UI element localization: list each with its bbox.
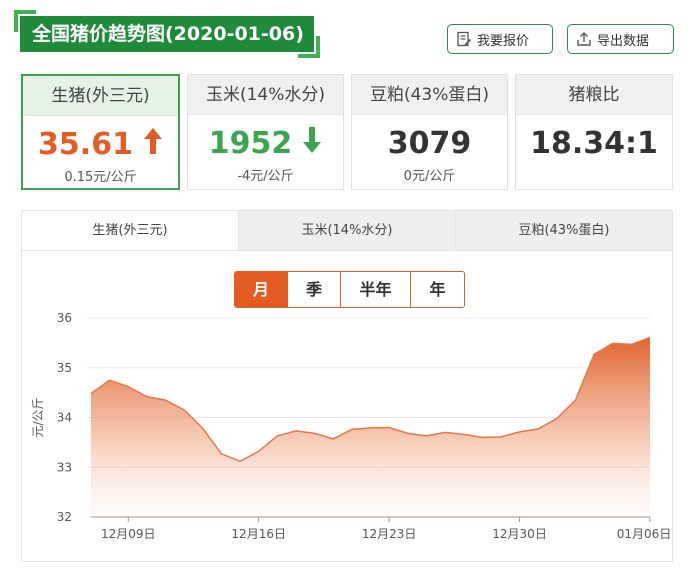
title-bar: 全国猪价趋势图(2020-01-06) xyxy=(14,10,320,58)
card-value-row: 35.61 xyxy=(23,128,178,162)
y-tick-label: 36 xyxy=(57,311,72,325)
card-label: 玉米(14%水分) xyxy=(188,75,343,115)
card-label: 豆粕(43%蛋白) xyxy=(352,75,507,115)
arrow-down-icon xyxy=(302,126,322,162)
x-tick-label: 12月09日 xyxy=(101,527,156,541)
period-selector: 月 季 半年 年 xyxy=(234,271,465,308)
report-price-label: 我要报价 xyxy=(477,33,530,49)
y-tick-label: 34 xyxy=(57,411,72,425)
card-value: 1952 xyxy=(208,126,293,161)
card-value-row: 1952 xyxy=(188,127,343,161)
card-change: 0.15元/公斤 xyxy=(64,170,137,185)
period-quarter-button[interactable]: 季 xyxy=(288,272,341,307)
price-chart: 32 33 34 35 36 元/公斤 12月09日 12月16日 12月23日 12月30日 01… xyxy=(31,311,672,541)
chart-panel: 生猪(外三元) 玉米(14%水分) 豆粕(43%蛋白) 32 33 34 35 36 元/… xyxy=(21,210,673,562)
card-change: 0元/公斤 xyxy=(403,169,456,184)
x-tick-label: 12月30日 xyxy=(492,527,547,541)
card-corn[interactable]: 玉米(14%水分) 1952 -4元/公斤 xyxy=(187,74,344,190)
card-value-row: 3079 xyxy=(352,127,507,161)
card-label: 生猪(外三元) xyxy=(23,76,178,116)
x-tick-label: 01月06日 xyxy=(617,527,672,541)
card-soybean-meal[interactable]: 豆粕(43%蛋白) 3079 0元/公斤 xyxy=(351,74,508,190)
card-value: 3079 xyxy=(387,126,472,161)
document-edit-icon xyxy=(456,31,472,47)
card-hog-grain-ratio[interactable]: 猪粮比 18.34:1 xyxy=(515,74,673,190)
x-tick-label: 12月23日 xyxy=(362,527,417,541)
export-icon xyxy=(576,31,592,47)
x-tick-label: 12月16日 xyxy=(231,527,286,541)
report-price-button[interactable]: 我要报价 xyxy=(447,24,553,54)
y-axis-label: 元/公斤 xyxy=(31,397,45,437)
y-tick-label: 35 xyxy=(57,361,72,375)
card-value: 18.34:1 xyxy=(530,126,658,161)
card-live-hog[interactable]: 生猪(外三元) 35.61 0.15元/公斤 xyxy=(21,74,180,190)
export-data-label: 导出数据 xyxy=(597,33,650,49)
period-halfyear-button[interactable]: 半年 xyxy=(341,272,411,307)
card-value-row: 18.34:1 xyxy=(516,127,672,161)
card-label: 猪粮比 xyxy=(516,75,672,115)
page-title: 全国猪价趋势图(2020-01-06) xyxy=(14,10,320,58)
card-value: 35.61 xyxy=(38,127,133,162)
y-tick-label: 32 xyxy=(57,510,72,524)
period-month-button[interactable]: 月 xyxy=(235,272,288,307)
arrow-up-icon xyxy=(143,127,163,163)
export-data-button[interactable]: 导出数据 xyxy=(567,24,674,54)
period-year-button[interactable]: 年 xyxy=(411,272,464,307)
card-change: -4元/公斤 xyxy=(237,169,294,184)
y-tick-label: 33 xyxy=(57,460,72,474)
